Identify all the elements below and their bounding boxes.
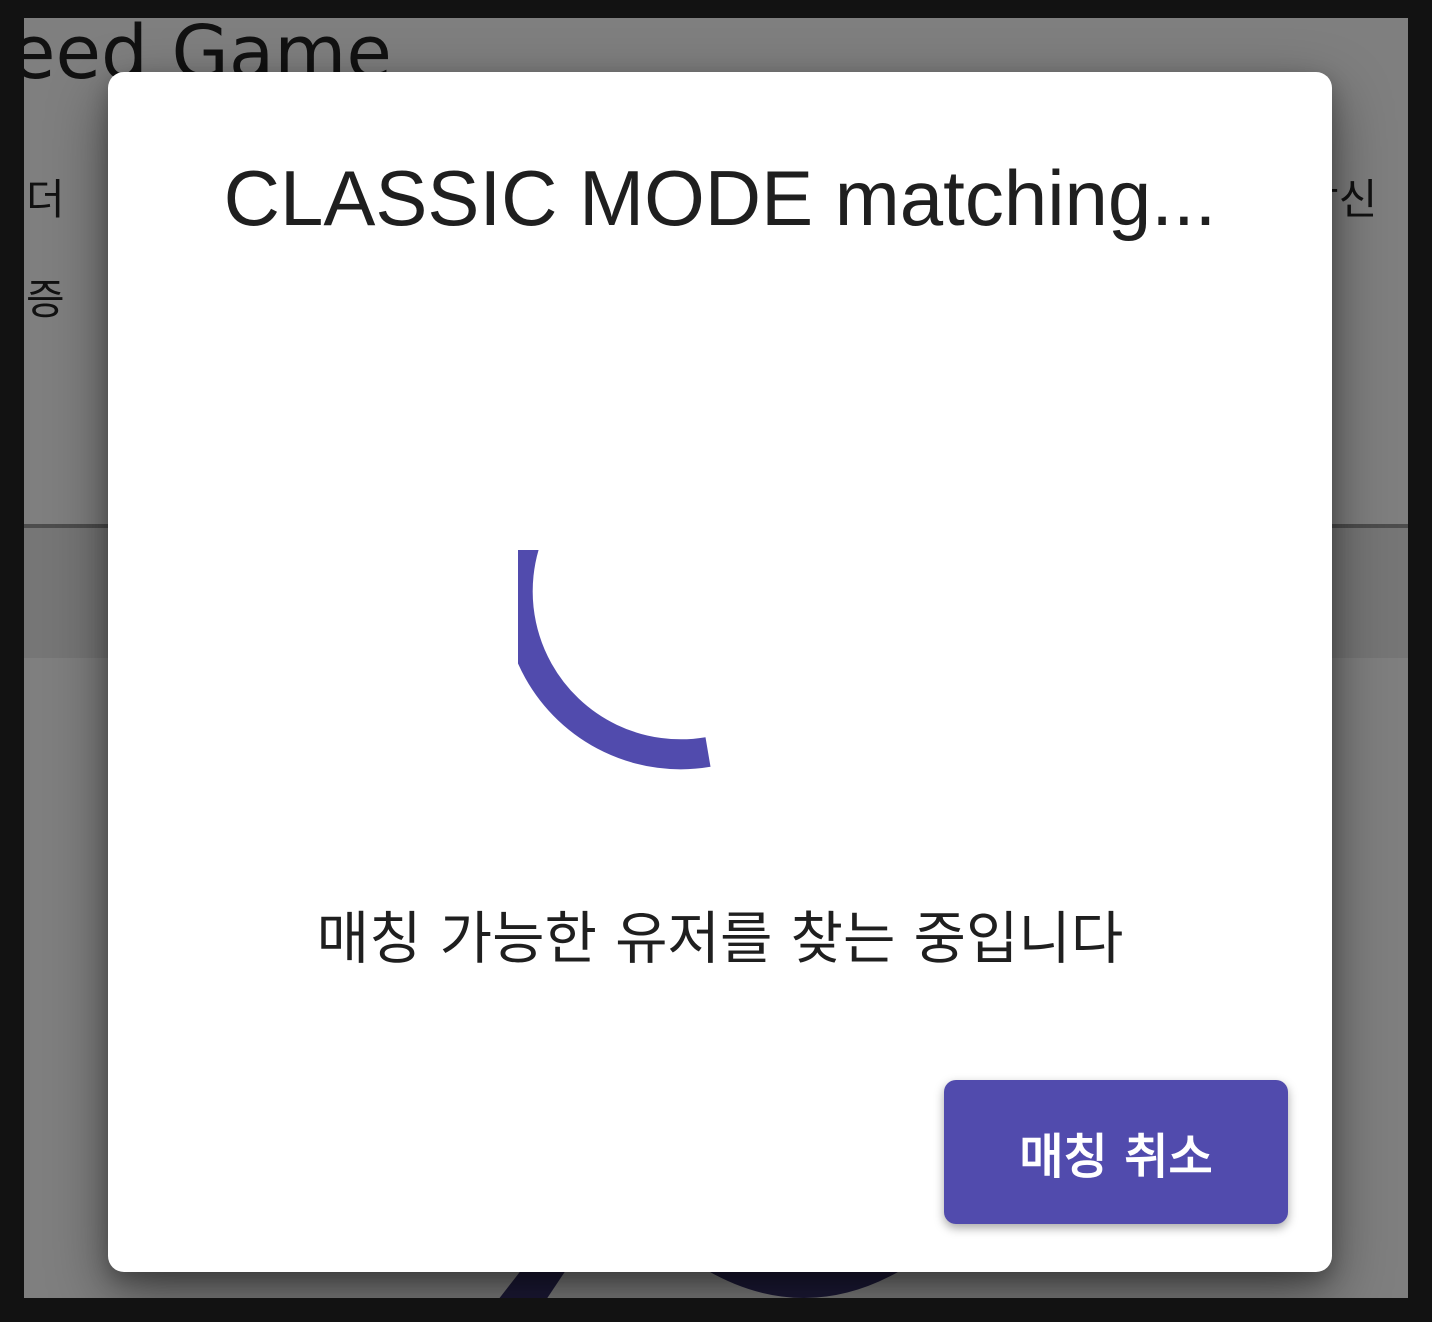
dialog-title: CLASSIC MODE matching... xyxy=(223,154,1217,242)
matching-dialog: CLASSIC MODE matching... 매칭 가능한 유저를 찾는 중… xyxy=(108,72,1332,1272)
app-viewport: eed Game 더 당신 증 CLASSIC MODE matching...… xyxy=(24,18,1408,1298)
cancel-matching-button[interactable]: 매칭 취소 xyxy=(944,1080,1288,1224)
loading-spinner-icon xyxy=(518,550,711,770)
matching-status-text: 매칭 가능한 유저를 찾는 중입니다 xyxy=(316,906,1124,972)
